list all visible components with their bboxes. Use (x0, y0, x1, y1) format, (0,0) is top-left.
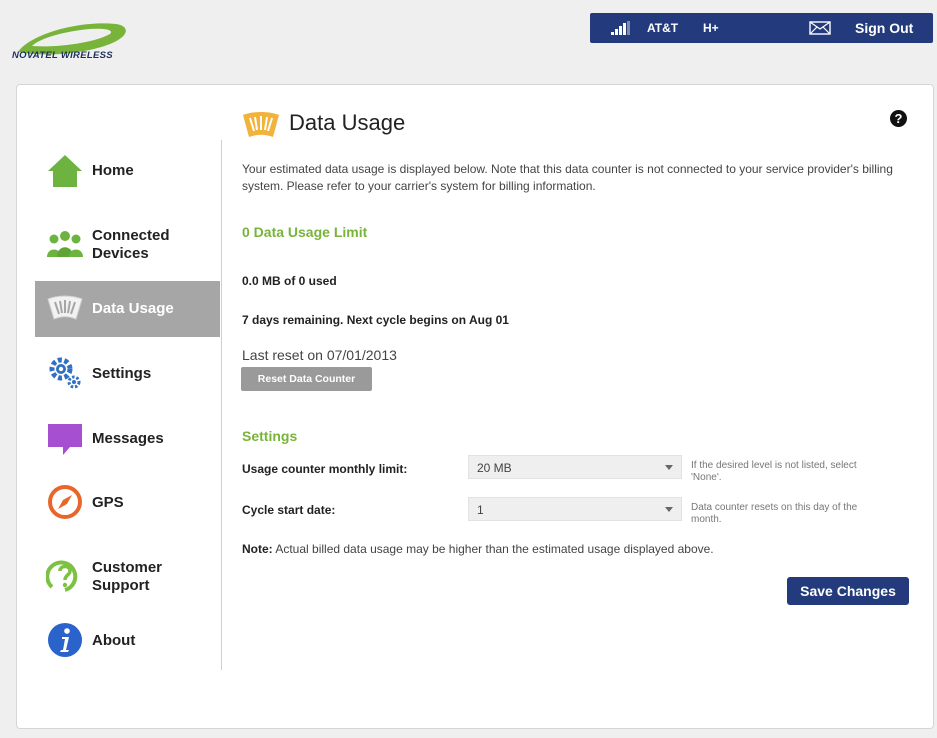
sidebar-item-label: Messages (92, 430, 164, 447)
sidebar-item-about[interactable]: About (35, 613, 220, 669)
cycle-remaining: 7 days remaining. Next cycle begins on A… (242, 313, 509, 327)
sidebar-item-label: Home (92, 162, 134, 179)
sidebar-item-label: About (92, 632, 136, 649)
signal-strength-icon (611, 21, 630, 35)
sidebar-item-customer-support[interactable]: Customer Support (35, 549, 220, 605)
connected-devices-icon (47, 231, 83, 257)
sidebar-item-label: Settings (92, 365, 152, 382)
messages-icon (48, 424, 82, 455)
customer-support-icon (46, 560, 78, 592)
note-label: Note: (242, 542, 273, 556)
brand-logo-text: NOVATEL WIRELESS (12, 50, 113, 61)
dropdown-arrow-icon (665, 507, 673, 512)
note-text: Actual billed data usage may be higher t… (275, 542, 714, 556)
page-description: Your estimated data usage is displayed b… (242, 162, 893, 193)
sidebar-item-label: Customer Support (92, 559, 163, 594)
cycle-start-select[interactable]: 1 (468, 497, 682, 521)
sidebar-divider (221, 140, 222, 670)
sidebar-item-settings[interactable]: Settings (35, 346, 220, 402)
messages-envelope-icon[interactable] (809, 21, 831, 35)
home-icon (48, 155, 82, 187)
billing-note: Note: Actual billed data usage may be hi… (242, 542, 714, 556)
usage-summary: 0.0 MB of 0 used (242, 274, 337, 288)
sidebar-item-gps[interactable]: GPS (35, 475, 220, 531)
sidebar-item-label: Connected Devices (92, 227, 170, 262)
sign-out-link[interactable]: Sign Out (855, 20, 913, 36)
last-reset-date: Last reset on 07/01/2013 (242, 347, 397, 363)
help-question-icon[interactable]: ? (890, 110, 907, 127)
data-usage-icon (47, 295, 83, 320)
cycle-start-value: 1 (477, 503, 484, 517)
status-bar: AT&T H+ Sign Out (590, 13, 933, 43)
sidebar-item-data-usage[interactable]: Data Usage (35, 281, 220, 337)
save-changes-button[interactable]: Save Changes (787, 577, 909, 605)
sidebar-item-home[interactable]: Home (35, 143, 220, 199)
sidebar-item-label: GPS (92, 494, 124, 511)
carrier-name: AT&T (647, 21, 679, 35)
sidebar-item-connected-devices[interactable]: Connected Devices (35, 217, 220, 273)
about-info-icon (48, 623, 82, 657)
sidebar-item-messages[interactable]: Messages (35, 411, 220, 467)
network-type: H+ (703, 21, 719, 35)
reset-data-counter-button[interactable]: Reset Data Counter (241, 367, 372, 391)
header: NOVATEL WIRELESS AT&T H+ Sign Out (0, 0, 937, 82)
monthly-limit-value: 20 MB (477, 461, 512, 475)
monthly-limit-help: If the desired level is not listed, sele… (691, 460, 857, 483)
monthly-limit-select[interactable]: 20 MB (468, 455, 682, 479)
gps-compass-icon (48, 485, 82, 519)
data-usage-limit-heading: 0 Data Usage Limit (242, 224, 368, 240)
settings-heading: Settings (242, 428, 298, 444)
monthly-limit-label: Usage counter monthly limit: (242, 462, 408, 476)
data-usage-icon (243, 112, 279, 137)
page-title: Data Usage (289, 110, 406, 135)
sidebar-item-label: Data Usage (92, 300, 174, 317)
dropdown-arrow-icon (665, 465, 673, 470)
cycle-start-label: Cycle start date: (242, 503, 336, 517)
cycle-start-help: Data counter resets on this day of the m… (691, 502, 858, 525)
settings-gear-icon (49, 357, 81, 389)
